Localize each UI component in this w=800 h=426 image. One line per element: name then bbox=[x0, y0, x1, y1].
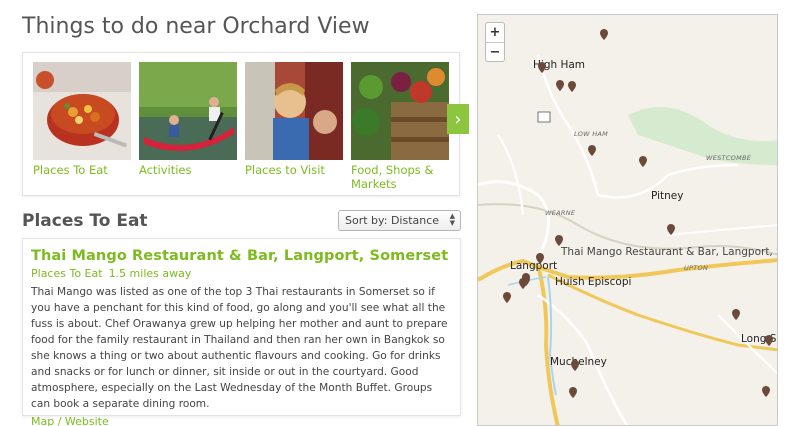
result-title-link[interactable]: Thai Mango Restaurant & Bar, Langport, S… bbox=[31, 248, 452, 264]
result-distance: 1.5 miles away bbox=[108, 267, 192, 280]
map-label-huish-episcopi: Huish Episcopi bbox=[555, 276, 632, 288]
map-label-low-ham: LOW HAM bbox=[574, 130, 609, 138]
category-card-places-to-visit[interactable]: Places to Visit bbox=[245, 62, 343, 177]
map-pin-icon[interactable] bbox=[522, 271, 530, 286]
carousel-next-button[interactable]: › bbox=[447, 104, 469, 134]
map-pin-icon[interactable] bbox=[568, 77, 576, 92]
category-card-places-to-eat[interactable]: Places To Eat bbox=[33, 62, 131, 177]
places-to-visit-image[interactable] bbox=[245, 62, 343, 160]
map-pin-icon[interactable] bbox=[571, 356, 579, 371]
category-label-food-shops-markets[interactable]: Food, Shops & Markets bbox=[351, 163, 449, 191]
map-pin-icon[interactable] bbox=[588, 141, 596, 156]
places-to-eat-image[interactable] bbox=[33, 62, 131, 160]
map-label-pitney: Pitney bbox=[651, 190, 684, 202]
map-pin-icon[interactable] bbox=[569, 383, 577, 398]
map-panel[interactable]: + − High Ham LOW HAM WESTCOMBE Pitney WE… bbox=[477, 14, 778, 426]
map-pin-icon[interactable] bbox=[762, 382, 770, 397]
map-pin-icon[interactable] bbox=[667, 220, 675, 235]
sort-select[interactable]: Sort by: Distance ▲ ▼ bbox=[338, 210, 461, 231]
zoom-control: + − bbox=[485, 22, 505, 62]
map-pin-icon[interactable] bbox=[765, 331, 773, 346]
zoom-in-button[interactable]: + bbox=[486, 23, 504, 42]
category-label-places-to-eat[interactable]: Places To Eat bbox=[33, 163, 131, 177]
map-label-langport: Langport bbox=[510, 260, 558, 272]
category-label-activities[interactable]: Activities bbox=[139, 163, 237, 177]
activities-image[interactable] bbox=[139, 62, 237, 160]
map-base bbox=[478, 15, 777, 425]
select-arrows-icon: ▲ ▼ bbox=[449, 212, 455, 227]
map-label-westcombe: WESTCOMBE bbox=[706, 154, 752, 162]
food-shops-markets-image[interactable] bbox=[351, 62, 449, 160]
category-card-food-shops-markets[interactable]: Food, Shops & Markets bbox=[351, 62, 449, 191]
map-pin-icon[interactable] bbox=[732, 305, 740, 320]
category-label-places-to-visit[interactable]: Places to Visit bbox=[245, 163, 343, 177]
map-pin-icon[interactable] bbox=[555, 231, 563, 246]
page-title: Things to do near Orchard View bbox=[22, 14, 370, 39]
category-carousel: Places To Eat Activities Places to Visit… bbox=[22, 52, 469, 196]
map-website-link[interactable]: Map / Website bbox=[31, 415, 109, 426]
result-description: Thai Mango was listed as one of the top … bbox=[31, 286, 448, 410]
zoom-out-button[interactable]: − bbox=[486, 42, 504, 61]
category-card-activities[interactable]: Activities bbox=[139, 62, 237, 177]
map-pin-icon[interactable] bbox=[600, 25, 608, 40]
map-label-wearne: WEARNE bbox=[545, 209, 576, 217]
map-pin-icon[interactable] bbox=[536, 249, 544, 264]
map-label-upton: UPTON bbox=[684, 264, 709, 272]
section-title: Places To Eat bbox=[22, 211, 148, 231]
result-links[interactable]: Map / Website bbox=[31, 415, 452, 426]
sort-select-value: Sort by: Distance bbox=[345, 214, 440, 227]
map-popup-label[interactable]: Thai Mango Restaurant & Bar, Langport, S… bbox=[561, 246, 777, 258]
map-pin-icon[interactable] bbox=[639, 152, 647, 167]
result-category[interactable]: Places To Eat bbox=[31, 267, 103, 280]
map-pin-icon[interactable] bbox=[503, 288, 511, 303]
map-pin-icon[interactable] bbox=[556, 76, 564, 91]
result-card: Thai Mango Restaurant & Bar, Langport, S… bbox=[22, 238, 461, 426]
chevron-right-icon: › bbox=[454, 108, 462, 130]
result-meta: Places To Eat 1.5 miles away bbox=[31, 267, 452, 280]
map-pin-icon[interactable] bbox=[538, 58, 546, 73]
